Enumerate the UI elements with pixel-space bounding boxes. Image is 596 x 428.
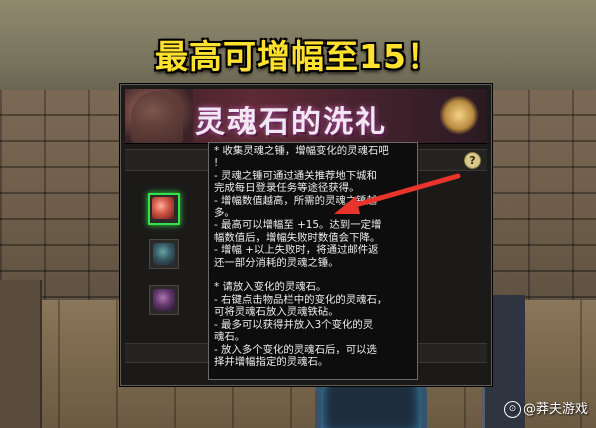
tooltip-line: 魂石。 (214, 331, 246, 344)
soul-stone-slot-panel (125, 173, 205, 353)
banner-character-portrait (125, 89, 193, 143)
tooltip-line: - 灵魂之锤可通过通关推荐地下城和 (214, 169, 377, 182)
window-banner: 灵魂石的洗礼 (125, 89, 487, 144)
tooltip-line: - 右键点击物品栏中的变化的灵魂石， (214, 293, 388, 306)
tooltip-line: ! (214, 157, 219, 170)
tooltip-line: 多。 (214, 207, 235, 220)
locked-soul-stone-icon (153, 289, 175, 311)
watermark-logo-icon: ⊙ (503, 401, 521, 418)
soul-stone-slot-1[interactable] (148, 193, 180, 225)
tooltip-line: - 增幅 +以上失败时，将通过邮件返 (214, 244, 379, 257)
tooltip-line: 完成每日登录任务等途径获得。 (214, 182, 360, 195)
headline-caption: 最高可增幅至15！ (155, 37, 441, 76)
tooltip-line: 还一部分消耗的灵魂之锤。 (214, 256, 339, 269)
tooltip-line: * 请放入变化的灵魂石。 (214, 281, 327, 294)
soul-stone-icon (152, 197, 174, 219)
window-title: 灵魂石的洗礼 (195, 105, 387, 140)
anvil-glow-icon (439, 95, 479, 135)
tooltip-line: - 放入多个变化的灵魂石后，可以选 (214, 343, 377, 356)
tooltip-line: * 收集灵魂之锤，增幅变化的灵魂石吧 (214, 145, 389, 157)
help-button[interactable]: ? (464, 152, 481, 169)
watermark-text: @莽夫游戏 (522, 402, 588, 417)
tooltip-line: 幅数值后，增幅失败时数值会下降。 (214, 231, 381, 244)
background-pillar (0, 280, 42, 428)
help-tooltip: * 收集灵魂之锤，增幅变化的灵魂石吧! - 灵魂之锤可通过通关推荐地下城和 完成每… (208, 142, 418, 380)
soul-stone-slot-2[interactable] (149, 239, 179, 269)
tooltip-line: 择并增幅指定的灵魂石。 (214, 355, 329, 368)
banner-character-hair (131, 91, 183, 143)
tooltip-line: 可将灵魂石放入灵魂铁砧。 (214, 306, 339, 319)
tooltip-line: - 最高可以增幅至 +15。达到一定增 (214, 219, 382, 232)
tooltip-line (214, 269, 412, 281)
watermark: ⊙ @莽夫游戏 (503, 398, 588, 418)
tooltip-line: - 最多可以获得并放入3个变化的灵 (214, 318, 374, 331)
tooltip-line: - 增幅数值越高，所需的灵魂之锤越 (214, 194, 377, 207)
soul-stone-slot-3[interactable] (149, 285, 179, 315)
locked-soul-stone-icon (153, 243, 175, 265)
